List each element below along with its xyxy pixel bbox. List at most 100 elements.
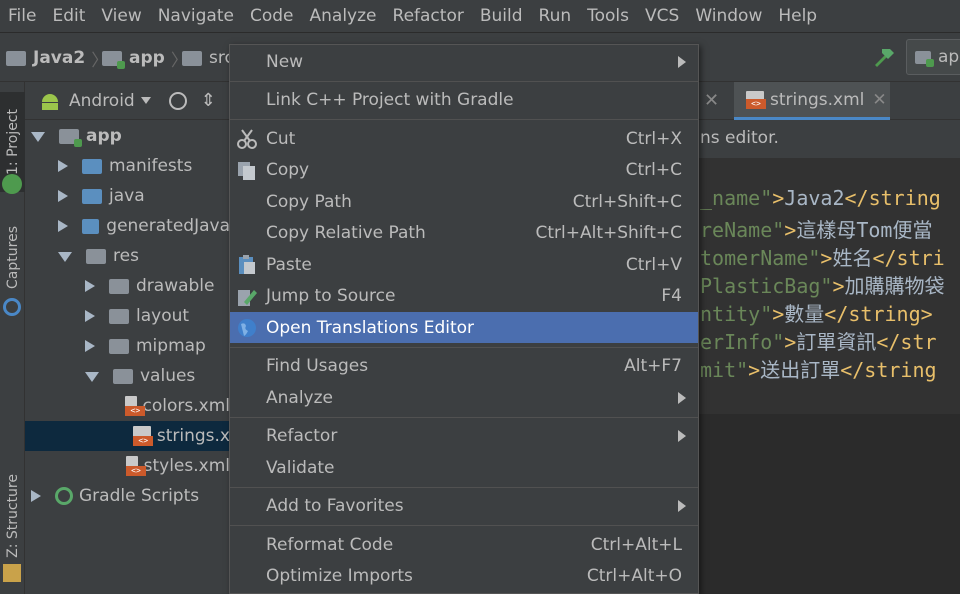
context-menu-item-cut[interactable]: Cut Ctrl+X	[230, 123, 698, 154]
shortcut-label: F4	[661, 286, 682, 306]
chevron-right-icon[interactable]	[31, 490, 41, 502]
tree-node-colors-xml[interactable]: colors.xml	[25, 391, 230, 421]
code-attr-value: tomerName"	[700, 246, 821, 270]
menu-refactor[interactable]: Refactor	[385, 0, 472, 32]
menu-code[interactable]: Code	[242, 0, 302, 32]
tree-node-label: colors.xml	[142, 396, 230, 416]
build-hammer-icon[interactable]	[872, 45, 896, 69]
context-menu-item-refactor[interactable]: Refactor	[230, 421, 698, 452]
chevron-right-icon[interactable]	[85, 280, 95, 292]
chevron-right-icon[interactable]	[58, 220, 68, 232]
context-menu-item-label: Find Usages	[266, 356, 369, 376]
tree-node-manifests[interactable]: manifests	[25, 151, 230, 181]
copy-icon	[236, 160, 258, 182]
target-icon[interactable]	[168, 91, 187, 110]
code-attr-value: reName"	[700, 218, 785, 242]
code-string-content: 數量	[784, 302, 825, 326]
context-menu-item-label: Copy Path	[266, 191, 352, 212]
captures-tool-tab[interactable]: Captures	[0, 222, 25, 292]
menu-tools[interactable]: Tools	[579, 0, 637, 32]
menu-build[interactable]: Build	[472, 0, 531, 32]
menu-window[interactable]: Window	[687, 0, 770, 32]
gradle-icon	[55, 487, 73, 505]
menu-separator	[230, 416, 698, 418]
code-line: ntity">數量</string>	[700, 298, 933, 327]
chevron-down-icon[interactable]	[58, 252, 72, 262]
context-menu-item-label: Copy Relative Path	[266, 223, 426, 243]
context-menu-item-optimize-imports[interactable]: Optimize Imports Ctrl+Alt+O	[230, 561, 698, 592]
collapse-all-icon[interactable]: ⇕	[201, 90, 216, 111]
context-menu-item-analyze[interactable]: Analyze	[230, 382, 698, 413]
tree-node-label: java	[109, 186, 145, 206]
menu-edit[interactable]: Edit	[44, 0, 93, 32]
context-menu-item-open-translations-editor[interactable]: Open Translations Editor	[230, 312, 698, 343]
source-folder-icon	[82, 158, 102, 174]
chevron-down-icon[interactable]	[31, 132, 45, 142]
captures-icon	[3, 298, 21, 316]
close-tab-icon[interactable]: ✕	[704, 82, 719, 120]
menu-help[interactable]: Help	[770, 0, 825, 32]
tree-node-styles-xml[interactable]: styles.xml	[25, 451, 230, 481]
breadcrumb-module[interactable]: app 〉	[102, 33, 194, 83]
project-view-header: Android ⇕	[25, 82, 230, 120]
menu-separator	[230, 80, 698, 82]
chevron-right-icon[interactable]	[85, 310, 95, 322]
context-menu-item-copy[interactable]: Copy Ctrl+C	[230, 155, 698, 186]
code-tag-close-bracket: >	[772, 302, 785, 326]
module-folder-icon	[59, 128, 82, 147]
project-folder-icon	[6, 50, 26, 66]
shortcut-label: Ctrl+Alt+Shift+C	[535, 223, 682, 243]
context-menu-item-paste[interactable]: Paste Ctrl+V	[230, 249, 698, 280]
menu-analyze[interactable]: Analyze	[302, 0, 385, 32]
chevron-right-icon[interactable]	[58, 160, 68, 172]
tree-node-strings-x[interactable]: strings.x	[25, 421, 230, 451]
context-menu-item-reformat-code[interactable]: Reformat Code Ctrl+Alt+L	[230, 529, 698, 560]
context-menu: New Link C++ Project with Gradle Cut Ctrl+X…	[229, 44, 699, 594]
source-folder-icon	[82, 218, 100, 234]
menu-file[interactable]: File	[0, 0, 44, 32]
tree-node-res[interactable]: res	[25, 241, 230, 271]
tree-node-drawable[interactable]: drawable	[25, 271, 230, 301]
tree-node-generatedjava[interactable]: generatedJava	[25, 211, 230, 241]
context-menu-item-label: Reformat Code	[266, 534, 394, 555]
chevron-right-icon[interactable]	[85, 340, 95, 352]
code-line: _name">Java2</string	[700, 186, 941, 210]
close-tab-icon[interactable]: ✕	[872, 90, 886, 110]
run-config-label: ap	[938, 47, 960, 67]
context-menu-item-link-c-project-with-gradle[interactable]: Link C++ Project with Gradle	[230, 85, 698, 116]
code-string-content: 送出訂單	[760, 358, 841, 382]
structure-tool-tab[interactable]: Z: Structure	[0, 470, 25, 562]
menu-vcs[interactable]: VCS	[637, 0, 687, 32]
context-menu-item-validate[interactable]: Validate	[230, 452, 698, 483]
context-menu-item-jump-to-source[interactable]: Jump to Source F4	[230, 281, 698, 312]
chevron-down-icon[interactable]	[85, 372, 99, 382]
breadcrumb-src[interactable]: src	[182, 33, 234, 83]
menu-navigate[interactable]: Navigate	[150, 0, 242, 32]
tree-node-mipmap[interactable]: mipmap	[25, 331, 230, 361]
tree-node-gradle-scripts[interactable]: Gradle Scripts	[25, 481, 230, 511]
tree-node-values[interactable]: values	[25, 361, 230, 391]
tree-node-layout[interactable]: layout	[25, 301, 230, 331]
context-menu-item-copy-path[interactable]: Copy Path Ctrl+Shift+C	[230, 186, 698, 217]
chevron-right-icon[interactable]	[58, 190, 68, 202]
breadcrumb-project-label: Java2	[33, 48, 86, 68]
context-menu-item-add-to-favorites[interactable]: Add to Favorites	[230, 491, 698, 522]
breadcrumb-project[interactable]: Java2 〉	[6, 33, 114, 83]
xml-file-icon	[125, 396, 146, 416]
tree-node-label: styles.xml	[143, 456, 230, 476]
menu-run[interactable]: Run	[531, 0, 580, 32]
context-menu-item-new[interactable]: New	[230, 46, 698, 77]
context-menu-item-find-usages[interactable]: Find Usages Alt+F7	[230, 351, 698, 382]
context-menu-item-label: Analyze	[266, 387, 333, 408]
run-config-selector[interactable]: ap	[906, 39, 960, 75]
tab-strings-xml[interactable]: strings.xml ✕	[734, 82, 890, 120]
tree-node-java[interactable]: java	[25, 181, 230, 211]
tree-node-app[interactable]: app	[25, 121, 230, 151]
context-menu-item-copy-relative-path[interactable]: Copy Relative Path Ctrl+Alt+Shift+C	[230, 218, 698, 249]
chevron-down-icon[interactable]	[140, 97, 151, 104]
project-view-mode-selector[interactable]: Android	[69, 91, 135, 111]
menu-view[interactable]: View	[93, 0, 149, 32]
tree-node-label: res	[113, 246, 139, 266]
code-string-content: 加購購物袋	[844, 274, 945, 298]
submenu-arrow-icon	[678, 391, 686, 404]
